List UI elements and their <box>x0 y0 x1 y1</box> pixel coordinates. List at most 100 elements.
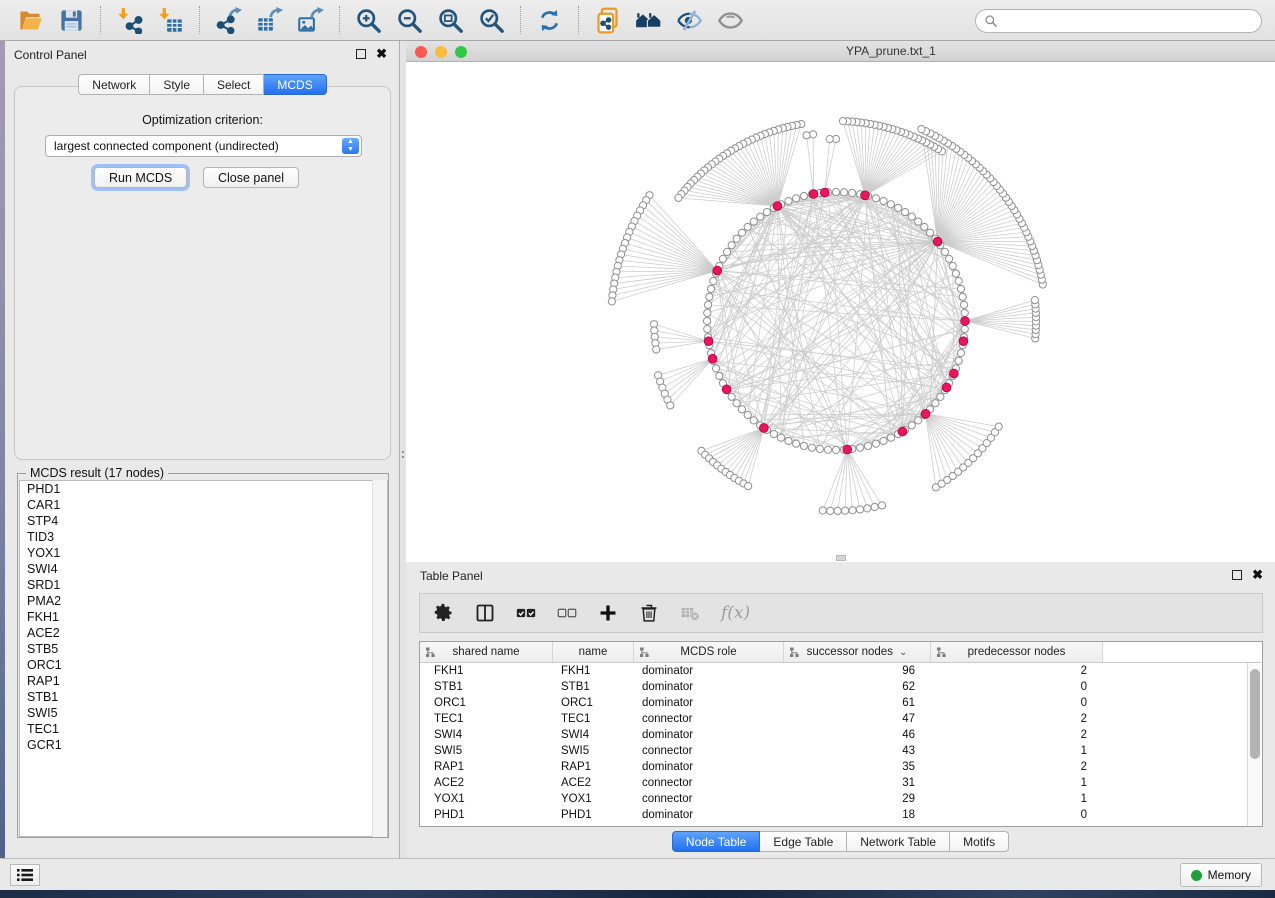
cell-role[interactable]: connector <box>634 775 784 791</box>
cell-role[interactable]: dominator <box>634 663 784 679</box>
import-network-icon[interactable] <box>116 7 143 34</box>
cell-name[interactable]: FKH1 <box>553 663 634 679</box>
table-row[interactable]: SWI4SWI4dominator462 <box>420 727 1262 743</box>
table-row[interactable]: PHD1PHD1dominator180 <box>420 807 1262 823</box>
cell-predecessors[interactable]: 2 <box>931 759 1103 775</box>
table-row[interactable]: STB1STB1dominator620 <box>420 679 1262 695</box>
cell-filler[interactable] <box>1103 679 1262 695</box>
cell-filler[interactable] <box>1103 759 1262 775</box>
close-panel-icon[interactable]: ✖ <box>376 49 387 59</box>
cell-successors[interactable]: 31 <box>784 775 931 791</box>
tab-node-table[interactable]: Node Table <box>672 831 761 852</box>
mcds-result-item[interactable]: STB5 <box>20 641 387 657</box>
cell-filler[interactable] <box>1103 807 1262 823</box>
cell-name[interactable]: ORC1 <box>553 695 634 711</box>
cell-predecessors[interactable]: 2 <box>931 663 1103 679</box>
cell-predecessors[interactable]: 1 <box>931 791 1103 807</box>
mcds-result-item[interactable]: FKH1 <box>20 609 387 625</box>
cell-shared_name[interactable]: TEC1 <box>420 711 553 727</box>
cell-successors[interactable]: 46 <box>784 727 931 743</box>
cell-name[interactable]: TEC1 <box>553 711 634 727</box>
table-row[interactable]: SWI5SWI5connector431 <box>420 743 1262 759</box>
table-row[interactable]: ACE2ACE2connector311 <box>420 775 1262 791</box>
cell-shared_name[interactable]: ORC1 <box>420 695 553 711</box>
cell-successors[interactable]: 35 <box>784 759 931 775</box>
table-row[interactable]: YOX1YOX1connector291 <box>420 791 1262 807</box>
column-header-shared-name[interactable]: shared name <box>420 642 553 662</box>
export-network-icon[interactable] <box>215 7 242 34</box>
cell-role[interactable]: dominator <box>634 727 784 743</box>
network-canvas[interactable] <box>406 62 1275 562</box>
mcds-result-item[interactable]: STP4 <box>20 513 387 529</box>
cell-filler[interactable] <box>1103 695 1262 711</box>
tab-mcds[interactable]: MCDS <box>264 74 326 95</box>
cell-name[interactable]: YOX1 <box>553 791 634 807</box>
cell-predecessors[interactable]: 0 <box>931 807 1103 823</box>
tab-style[interactable]: Style <box>150 74 204 95</box>
table-row[interactable]: TEC1TEC1connector472 <box>420 711 1262 727</box>
mcds-result-list[interactable]: PHD1CAR1STP4TID3YOX1SWI4SRD1PMA2FKH1ACE2… <box>19 480 388 837</box>
cell-name[interactable]: RAP1 <box>553 759 634 775</box>
import-table-icon[interactable] <box>157 7 184 34</box>
cell-successors[interactable]: 62 <box>784 679 931 695</box>
cell-successors[interactable]: 96 <box>784 663 931 679</box>
mcds-result-item[interactable]: CAR1 <box>20 497 387 513</box>
cell-filler[interactable] <box>1103 727 1262 743</box>
cell-predecessors[interactable]: 1 <box>931 743 1103 759</box>
column-header-successor-nodes[interactable]: successor nodes ⌄ <box>784 642 931 662</box>
mcds-list-scrollbar[interactable] <box>372 480 387 837</box>
cell-shared_name[interactable]: FKH1 <box>420 663 553 679</box>
hide-selected-icon[interactable] <box>676 7 703 34</box>
criterion-select[interactable]: largest connected component (undirected)… <box>45 135 362 157</box>
network-window-titlebar[interactable]: YPA_prune.txt_1 <box>406 41 1275 62</box>
export-image-icon[interactable] <box>297 7 324 34</box>
table-row[interactable]: ORC1ORC1dominator610 <box>420 695 1262 711</box>
cell-name[interactable]: SWI5 <box>553 743 634 759</box>
cell-name[interactable]: PHD1 <box>553 807 634 823</box>
table-row[interactable]: RAP1RAP1dominator352 <box>420 759 1262 775</box>
export-table-icon[interactable] <box>256 7 283 34</box>
cell-shared_name[interactable]: YOX1 <box>420 791 553 807</box>
maximize-window-icon[interactable] <box>455 46 467 58</box>
mcds-result-item[interactable]: RAP1 <box>20 673 387 689</box>
cell-filler[interactable] <box>1103 775 1262 791</box>
cell-role[interactable]: connector <box>634 743 784 759</box>
show-all-networks-icon[interactable] <box>635 7 662 34</box>
memory-button[interactable]: Memory <box>1180 863 1262 887</box>
cell-shared_name[interactable]: STB1 <box>420 679 553 695</box>
task-history-button[interactable] <box>10 864 40 886</box>
cell-shared_name[interactable]: RAP1 <box>420 759 553 775</box>
mcds-result-item[interactable]: ORC1 <box>20 657 387 673</box>
column-header-name[interactable]: name <box>553 642 634 662</box>
cell-role[interactable]: dominator <box>634 759 784 775</box>
mcds-result-item[interactable]: STB1 <box>20 689 387 705</box>
mcds-result-item[interactable]: YOX1 <box>20 545 387 561</box>
mcds-result-item[interactable]: PHD1 <box>20 481 387 497</box>
cell-successors[interactable]: 61 <box>784 695 931 711</box>
zoom-out-icon[interactable] <box>396 7 423 34</box>
cell-filler[interactable] <box>1103 663 1262 679</box>
close-panel-button[interactable]: Close panel <box>203 167 299 188</box>
cell-shared_name[interactable]: ACE2 <box>420 775 553 791</box>
float-panel-icon[interactable] <box>1232 570 1242 580</box>
tab-network[interactable]: Network <box>78 74 150 95</box>
cell-successors[interactable]: 18 <box>784 807 931 823</box>
zoom-selected-icon[interactable] <box>478 7 505 34</box>
network-graph[interactable] <box>406 62 1275 562</box>
mcds-result-item[interactable]: SRD1 <box>20 577 387 593</box>
save-session-icon[interactable] <box>58 7 85 34</box>
float-panel-icon[interactable] <box>356 49 366 59</box>
tab-motifs[interactable]: Motifs <box>950 831 1009 852</box>
mcds-result-item[interactable]: GCR1 <box>20 737 387 753</box>
cell-name[interactable]: ACE2 <box>553 775 634 791</box>
cell-predecessors[interactable]: 0 <box>931 695 1103 711</box>
minimize-window-icon[interactable] <box>435 46 447 58</box>
show-columns-icon[interactable] <box>475 603 495 623</box>
network-from-selection-icon[interactable] <box>594 7 621 34</box>
mcds-result-item[interactable]: ACE2 <box>20 625 387 641</box>
cell-role[interactable]: connector <box>634 791 784 807</box>
cell-predecessors[interactable]: 0 <box>931 679 1103 695</box>
cell-role[interactable]: dominator <box>634 695 784 711</box>
cell-predecessors[interactable]: 2 <box>931 711 1103 727</box>
cell-role[interactable]: dominator <box>634 679 784 695</box>
